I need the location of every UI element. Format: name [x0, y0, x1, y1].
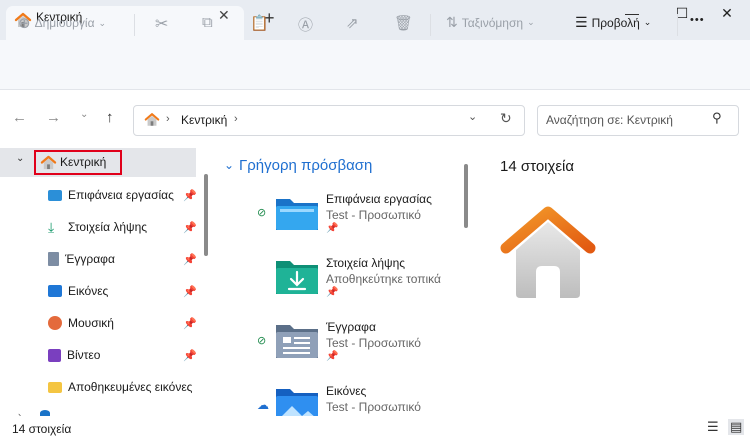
toolbar-divider [134, 14, 135, 36]
cloud-icon: ☁ [257, 398, 269, 412]
pin-icon: 📌 [326, 351, 339, 362]
qa-item-name[interactable]: Επιφάνεια εργασίας [326, 192, 432, 206]
home-icon [40, 155, 57, 170]
status-item-count: 14 στοιχεία [12, 422, 72, 436]
create-button[interactable]: ⊕ Δημιουργία ⌄ [18, 14, 106, 32]
qa-item-name[interactable]: Στοιχεία λήψης [326, 256, 405, 270]
home-icon [144, 113, 160, 126]
nav-scrollbar[interactable] [204, 174, 208, 256]
nav-item-label: Έγγραφα [65, 252, 115, 266]
content-pane: ⌄ Γρήγορη πρόσβαση ⊘ Επιφάνεια εργασίας … [214, 146, 470, 416]
back-icon[interactable]: ← [12, 109, 27, 126]
pin-icon[interactable]: 📌 [183, 221, 197, 234]
sync-check-icon: ⊘ [257, 335, 267, 347]
refresh-icon[interactable]: ↻ [500, 110, 512, 127]
documents-folder-icon[interactable] [274, 322, 320, 360]
pin-icon[interactable]: 📌 [183, 349, 197, 362]
nav-item-saved-pictures[interactable]: Αποθηκευμένες εικόνες [48, 376, 192, 398]
document-icon [48, 252, 59, 266]
pin-icon: 📌 [326, 223, 339, 234]
close-window-button[interactable]: ✕ [712, 2, 742, 24]
view-list-icon: ☰ [575, 14, 588, 30]
preview-item-count: 14 στοιχεία [500, 158, 575, 175]
create-label: Δημιουργία [34, 16, 95, 30]
tiles-view-icon[interactable]: ▤ [728, 419, 745, 435]
nav-item-desktop[interactable]: Επιφάνεια εργασίας [48, 184, 174, 206]
sync-check-icon: ⊘ [257, 207, 267, 219]
nav-item-label: Αποθηκευμένες εικόνες [68, 380, 193, 394]
chevron-down-icon[interactable]: ⌄ [224, 158, 234, 172]
search-icon[interactable]: ⚲ [712, 110, 722, 126]
pin-icon: 📌 [326, 287, 339, 298]
qa-item-location: Test - Προσωπικό [326, 208, 421, 222]
nav-item-pictures[interactable]: Εικόνες [48, 280, 108, 302]
paste-icon[interactable]: 📋 [250, 14, 269, 32]
qa-item-location: Test - Προσωπικό [326, 400, 421, 414]
chevron-right-icon[interactable]: › [234, 113, 238, 125]
navigation-pane: ⌄ Κεντρική Επιφάνεια εργασίας 📌 ⤓ Στοιχε… [0, 146, 214, 416]
pin-icon[interactable]: 📌 [183, 189, 197, 202]
nav-item-label: Εικόνες [68, 284, 109, 298]
qa-item-location: Αποθηκεύτηκε τοπικά [326, 272, 441, 286]
nav-item-downloads[interactable]: ⤓ Στοιχεία λήψης [48, 216, 147, 238]
nav-item-label: Βίντεο [67, 348, 101, 362]
music-icon [48, 316, 62, 330]
chevron-down-icon: ⌄ [98, 17, 107, 28]
more-options-button[interactable]: ••• [690, 14, 705, 26]
details-view-icon[interactable]: ☰ [707, 419, 719, 435]
nav-item-videos[interactable]: Βίντεο [48, 344, 100, 366]
quick-access-header[interactable]: Γρήγορη πρόσβαση [239, 157, 372, 174]
chevron-right-icon: › [166, 113, 170, 125]
chevron-down-icon[interactable]: ⌄ [16, 153, 24, 164]
qa-item-location: Test - Προσωπικό [326, 336, 421, 350]
qa-item-name[interactable]: Εικόνες [326, 384, 366, 398]
downloads-folder-icon[interactable] [274, 258, 320, 296]
nav-item-label: Επιφάνεια εργασίας [68, 188, 174, 202]
close-tab-icon[interactable]: ✕ [218, 7, 230, 24]
sort-button[interactable]: ⇅ Ταξινόμηση ⌄ [446, 14, 535, 31]
download-icon: ⤓ [48, 218, 55, 235]
breadcrumb-home[interactable]: Κεντρική [181, 113, 227, 127]
pin-icon[interactable]: 📌 [183, 253, 197, 266]
content-scrollbar[interactable] [464, 164, 468, 228]
chevron-down-icon: ⌄ [527, 17, 535, 27]
cut-icon[interactable]: ✂ [155, 14, 168, 34]
details-pane: 14 στοιχεία [470, 146, 750, 416]
video-icon [48, 348, 61, 362]
delete-icon[interactable]: 🗑 [394, 14, 413, 32]
chevron-down-icon: ⌄ [643, 17, 652, 27]
desktop-icon [48, 189, 62, 201]
toolbar-divider [677, 14, 678, 36]
search-placeholder: Αναζήτηση σε: Κεντρική [546, 113, 673, 127]
up-icon[interactable]: ↑ [106, 109, 114, 126]
pin-icon[interactable]: 📌 [183, 285, 197, 298]
share-icon[interactable]: ⇗ [346, 14, 359, 32]
sort-label: Ταξινόμηση [461, 15, 524, 30]
nav-item-label: Στοιχεία λήψης [68, 220, 148, 234]
copy-icon[interactable]: ⧉ [202, 14, 213, 31]
forward-icon[interactable]: → [46, 109, 61, 126]
home-large-icon [500, 206, 596, 298]
command-bar [0, 40, 750, 90]
pictures-folder-icon[interactable] [274, 386, 320, 416]
sort-icon: ⇅ [446, 14, 458, 30]
view-label: Προβολή [591, 15, 640, 30]
nav-item-music[interactable]: Μουσική [48, 312, 114, 334]
desktop-folder-icon[interactable] [274, 194, 320, 232]
chevron-down-icon[interactable]: ⌄ [468, 110, 477, 123]
recent-locations-icon[interactable]: ⌄ [80, 109, 88, 120]
nav-item-label: Μουσική [68, 316, 114, 330]
pictures-icon [48, 285, 62, 297]
rename-icon[interactable]: Ⓐ [298, 14, 313, 35]
add-circle-icon: ⊕ [18, 15, 31, 32]
nav-item-documents[interactable]: Έγγραφα [48, 248, 115, 270]
view-button[interactable]: ☰ Προβολή ⌄ [575, 14, 651, 31]
toolbar-divider [430, 14, 431, 36]
pin-icon[interactable]: 📌 [183, 317, 197, 330]
folder-icon [48, 381, 62, 393]
status-bar [0, 416, 750, 438]
qa-item-name[interactable]: Έγγραφα [326, 320, 376, 334]
nav-home-label: Κεντρική [60, 155, 107, 169]
